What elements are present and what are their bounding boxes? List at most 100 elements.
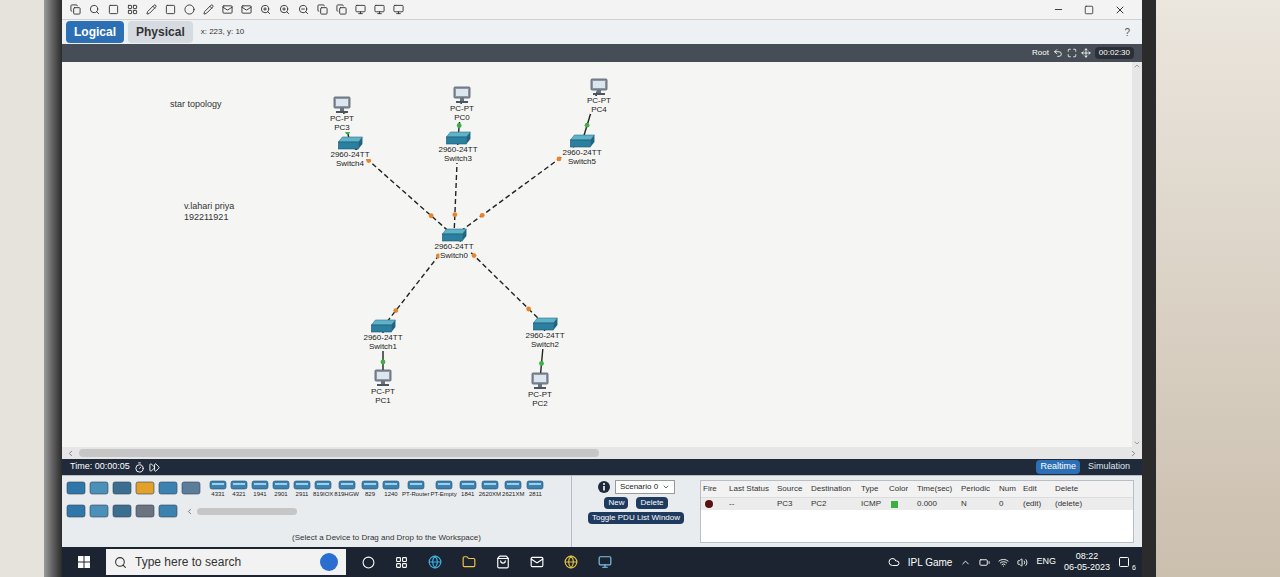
device-item[interactable]: 819IOX	[313, 479, 333, 498]
category-icon[interactable]	[181, 480, 201, 496]
device-item[interactable]: 1240	[381, 479, 401, 498]
device-item[interactable]: PT-Empty	[430, 479, 456, 498]
mode-tab[interactable]: Simulation	[1084, 460, 1134, 474]
fit-icon[interactable]	[1067, 48, 1077, 58]
device-item[interactable]: 4321	[229, 479, 249, 498]
toolbar-icon[interactable]	[89, 4, 100, 15]
canvas-note[interactable]: 192211921	[184, 211, 228, 225]
horizontal-scrollbar[interactable]	[62, 447, 1142, 459]
device-item[interactable]: 2621XM	[502, 479, 524, 498]
switch-node[interactable]: 2960-24TTSwitch1	[362, 319, 403, 351]
toolbar-icon[interactable]	[355, 4, 366, 15]
pc-node[interactable]: PC-PTPC1	[370, 369, 396, 405]
toolbar-icon[interactable]	[260, 4, 271, 15]
pc-node[interactable]: PC-PTPC0	[449, 86, 475, 122]
move-icon[interactable]	[1081, 48, 1091, 58]
switch-node[interactable]: 2960-24TTSwitch4	[329, 136, 370, 168]
device-item[interactable]: 2911	[292, 479, 312, 498]
notifications[interactable]: 6	[1118, 556, 1130, 568]
toolbar-icon[interactable]	[279, 4, 290, 15]
toolbar-icon[interactable]	[317, 4, 328, 15]
device-item[interactable]: 1841	[458, 479, 478, 498]
toolbar-icon[interactable]	[336, 4, 347, 15]
mail-icon[interactable]	[530, 555, 544, 569]
root-label[interactable]: Root	[1032, 47, 1049, 59]
fast-forward-icon[interactable]	[149, 462, 160, 473]
category-icon[interactable]	[89, 503, 109, 519]
battery-icon[interactable]	[979, 557, 990, 568]
toolbar-icon[interactable]	[165, 4, 176, 15]
toolbar-icon[interactable]	[108, 4, 119, 15]
toolbar-icon[interactable]	[393, 4, 404, 15]
pc-node[interactable]: PC-PTPC3	[329, 96, 355, 132]
category-icon[interactable]	[112, 480, 132, 496]
help-button[interactable]: ?	[1124, 25, 1138, 40]
category-icon[interactable]	[135, 480, 155, 496]
minimize-icon[interactable]	[1053, 4, 1064, 15]
toolbar-icon[interactable]	[184, 4, 195, 15]
toolbar-icon[interactable]	[374, 4, 385, 15]
device-item[interactable]: 2811	[525, 479, 545, 498]
category-icon[interactable]	[135, 503, 155, 519]
delete-link[interactable]: (delete)	[1053, 498, 1093, 510]
category-icon[interactable]	[89, 480, 109, 496]
mode-tab[interactable]: Realtime	[1036, 460, 1080, 474]
language[interactable]: ENG	[1036, 555, 1056, 569]
clock[interactable]: 08:2206-05-2023	[1064, 551, 1110, 573]
switch-node[interactable]: 2960-24TTSwitch3	[437, 131, 478, 163]
cortana-icon[interactable]	[362, 556, 375, 569]
store-icon[interactable]	[496, 555, 510, 569]
canvas-note[interactable]: v.lahari priya	[184, 200, 234, 214]
device-item[interactable]: 4331	[208, 479, 228, 498]
view-tab[interactable]: Logical	[66, 21, 124, 43]
toolbar-icon[interactable]	[222, 4, 233, 15]
vertical-scrollbar[interactable]	[1132, 62, 1142, 447]
toolbar-icon[interactable]	[203, 4, 214, 15]
switch-node[interactable]: 2960-24TTSwitch0	[433, 228, 474, 260]
edge-icon[interactable]	[428, 555, 442, 569]
volume-icon[interactable]	[1017, 557, 1028, 568]
packet-tracer-icon[interactable]	[598, 555, 612, 569]
device-item[interactable]: 819HGW	[334, 479, 359, 498]
toolbar-icon[interactable]	[146, 4, 157, 15]
weather-icon[interactable]	[888, 556, 900, 568]
workspace-canvas[interactable]: star topology v.lahari priya192211921 2960…	[62, 62, 1142, 447]
view-tab[interactable]: Physical	[128, 21, 193, 43]
canvas-note[interactable]: star topology	[170, 98, 222, 112]
maximize-icon[interactable]	[1084, 5, 1094, 15]
device-item[interactable]: 829	[360, 479, 380, 498]
device-item[interactable]: 2620XM	[479, 479, 501, 498]
weather-text[interactable]: IPL Game	[908, 555, 953, 570]
category-icon[interactable]	[112, 503, 132, 519]
toolbar-icon[interactable]	[241, 4, 252, 15]
category-icon[interactable]	[158, 480, 178, 496]
device-item[interactable]: 1941	[250, 479, 270, 498]
taskbar-search[interactable]: Type here to search	[106, 549, 346, 575]
back-icon[interactable]	[1053, 48, 1063, 58]
task-view-icon[interactable]	[395, 556, 408, 569]
pc-node[interactable]: PC-PTPC2	[527, 372, 553, 408]
device-item[interactable]: PT-Router	[402, 479, 429, 498]
device-item[interactable]: 2901	[271, 479, 291, 498]
pdu-row[interactable]: --PC3PC2ICMP0.000N0(edit)(delete)	[701, 498, 1133, 510]
power-cycle-icon[interactable]	[134, 462, 145, 473]
category-icon[interactable]	[158, 503, 178, 519]
edit-link[interactable]: (edit)	[1021, 498, 1053, 510]
tray-expand-icon[interactable]	[960, 557, 971, 568]
bing-icon[interactable]	[320, 553, 338, 571]
switch-node[interactable]: 2960-24TTSwitch5	[561, 134, 602, 166]
close-icon[interactable]	[1114, 4, 1126, 16]
fire-dot[interactable]	[705, 500, 713, 508]
toolbar-icon[interactable]	[298, 4, 309, 15]
scenario-button[interactable]: Delete	[636, 497, 667, 509]
chrome-icon[interactable]	[564, 555, 578, 569]
scenario-button[interactable]: New	[604, 497, 628, 509]
scenario-select[interactable]: Scenario 0	[615, 480, 675, 494]
info-icon[interactable]	[597, 480, 611, 494]
category-icon[interactable]	[66, 503, 86, 519]
wifi-icon[interactable]	[998, 557, 1009, 568]
toolbar-icon[interactable]	[70, 4, 81, 15]
pc-node[interactable]: PC-PTPC4	[586, 78, 612, 114]
category-icon[interactable]	[66, 480, 86, 496]
explorer-icon[interactable]	[462, 555, 476, 569]
